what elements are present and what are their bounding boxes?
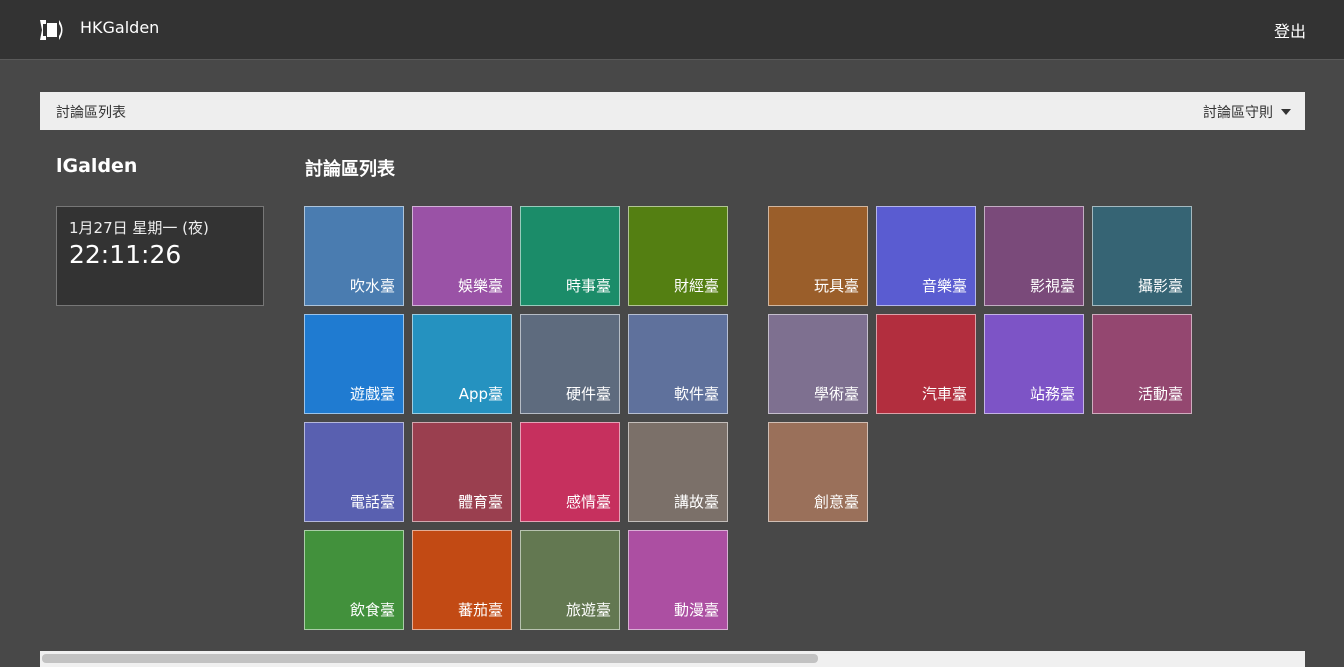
board-tile[interactable]: 學術臺 <box>768 314 868 414</box>
board-tile[interactable]: 娛樂臺 <box>412 206 512 306</box>
board-grid-right: 玩具臺 音樂臺 影視臺 攝影臺學術臺 汽車臺 站務臺 活動臺創意臺 <box>768 206 1192 522</box>
board-tile[interactable]: 活動臺 <box>1092 314 1192 414</box>
board-tile[interactable]: 吹水臺 <box>304 206 404 306</box>
horizontal-scrollbar[interactable] <box>40 651 1305 667</box>
board-grid-left: 吹水臺 娛樂臺 時事臺 財經臺遊戲臺 App臺 硬件臺 軟件臺電話臺 體育臺 感情臺 講故臺飲食臺… <box>304 206 728 630</box>
board-tile-label: 時事臺 <box>565 277 611 295</box>
board-tile[interactable]: 玩具臺 <box>768 206 868 306</box>
board-tile-label: 玩具臺 <box>813 277 859 295</box>
board-tile-label: 活動臺 <box>1137 385 1183 403</box>
clock-widget: 1月27日 星期一 (夜) 22:11:26 <box>56 206 264 306</box>
board-tile-label: 旅遊臺 <box>565 601 611 619</box>
board-tile-label: 站務臺 <box>1029 385 1075 403</box>
board-tile-label: 遊戲臺 <box>349 385 395 403</box>
top-navbar: HKGalden 登出 <box>0 0 1344 60</box>
board-tile[interactable]: 體育臺 <box>412 422 512 522</box>
breadcrumb-title: 討論區列表 <box>56 105 126 121</box>
board-tile-label: 財經臺 <box>673 277 719 295</box>
board-tile[interactable]: 飲食臺 <box>304 530 404 630</box>
board-tile-label: 硬件臺 <box>565 385 611 403</box>
board-tile-label: 學術臺 <box>813 385 859 403</box>
board-tile[interactable]: 動漫臺 <box>628 530 728 630</box>
clock-time: 22:11:26 <box>69 240 182 269</box>
board-tile[interactable]: 遊戲臺 <box>304 314 404 414</box>
board-tile[interactable]: 創意臺 <box>768 422 868 522</box>
board-tile-label: 感情臺 <box>565 493 611 511</box>
board-tile[interactable]: 蕃茄臺 <box>412 530 512 630</box>
board-tile[interactable]: 影視臺 <box>984 206 1084 306</box>
board-tile-label: 影視臺 <box>1029 277 1075 295</box>
hkgalden-logo-icon[interactable] <box>38 16 68 44</box>
board-tile-label: 動漫臺 <box>673 601 719 619</box>
logout-button[interactable]: 登出 <box>1274 18 1306 42</box>
board-tile[interactable]: 汽車臺 <box>876 314 976 414</box>
board-tile[interactable]: 站務臺 <box>984 314 1084 414</box>
sub-header-bar: 討論區列表 討論區守則 <box>40 92 1305 130</box>
board-tile-label: 講故臺 <box>673 493 719 511</box>
rules-dropdown-label: 討論區守則 <box>1203 105 1273 121</box>
board-tile-label: 電話臺 <box>349 493 395 511</box>
board-tile[interactable]: 旅遊臺 <box>520 530 620 630</box>
board-tile-label: 蕃茄臺 <box>457 601 503 619</box>
caret-down-icon <box>1281 109 1291 115</box>
sidebar-title: lGalden <box>56 155 138 177</box>
brand-name[interactable]: HKGalden <box>80 18 159 37</box>
board-tile-label: App臺 <box>458 385 503 403</box>
board-tile-label: 創意臺 <box>813 493 859 511</box>
board-tile-label: 軟件臺 <box>673 385 719 403</box>
clock-date: 1月27日 星期一 (夜) <box>69 219 209 237</box>
rules-dropdown[interactable]: 討論區守則 <box>1203 102 1291 122</box>
board-tile[interactable]: 講故臺 <box>628 422 728 522</box>
board-tile-label: 吹水臺 <box>349 277 395 295</box>
board-tile[interactable]: 硬件臺 <box>520 314 620 414</box>
board-tile-label: 音樂臺 <box>921 277 967 295</box>
board-tile[interactable]: 攝影臺 <box>1092 206 1192 306</box>
board-tile-label: 汽車臺 <box>921 385 967 403</box>
board-tile-label: 飲食臺 <box>349 601 395 619</box>
page-title: 討論區列表 <box>305 159 395 180</box>
board-tile[interactable]: 電話臺 <box>304 422 404 522</box>
board-tile-label: 攝影臺 <box>1137 277 1183 295</box>
board-tile[interactable]: App臺 <box>412 314 512 414</box>
scrollbar-thumb[interactable] <box>42 654 818 663</box>
board-tile-label: 娛樂臺 <box>457 277 503 295</box>
board-tile[interactable]: 財經臺 <box>628 206 728 306</box>
board-tile[interactable]: 感情臺 <box>520 422 620 522</box>
board-tile[interactable]: 時事臺 <box>520 206 620 306</box>
board-tile[interactable]: 音樂臺 <box>876 206 976 306</box>
board-tile-label: 體育臺 <box>457 493 503 511</box>
board-tile[interactable]: 軟件臺 <box>628 314 728 414</box>
